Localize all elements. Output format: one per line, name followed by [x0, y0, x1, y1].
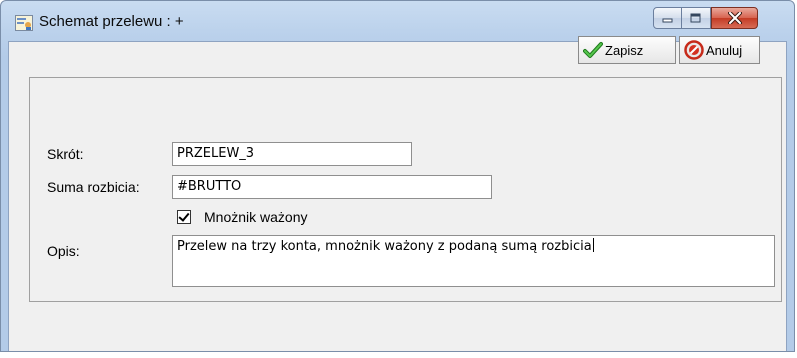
minimize-button[interactable]	[653, 7, 682, 29]
close-icon	[727, 12, 742, 24]
skrot-input[interactable]: PRZELEW_3	[172, 142, 412, 166]
maximize-button[interactable]	[682, 7, 711, 29]
title-bar[interactable]: Schemat przelewu : +	[1, 1, 794, 41]
opis-textarea[interactable]: Przelew na trzy konta, mnożnik ważony z …	[172, 235, 775, 287]
window-title: Schemat przelewu : +	[39, 13, 184, 30]
text-caret	[592, 238, 594, 252]
save-button[interactable]: Zapisz	[578, 36, 676, 64]
cancel-button[interactable]: Anuluj	[679, 36, 760, 64]
form-app-icon	[15, 15, 33, 31]
form-panel: Skrót: PRZELEW_3 Suma rozbicia: #BRUTTO …	[29, 77, 782, 302]
suma-rozbicia-label: Suma rozbicia:	[47, 179, 140, 195]
opis-text: Przelew na trzy konta, mnożnik ważony z …	[177, 239, 592, 254]
suma-rozbicia-input[interactable]: #BRUTTO	[172, 175, 492, 199]
close-button[interactable]	[711, 7, 758, 29]
skrot-label: Skrót:	[47, 146, 84, 162]
green-check-icon	[583, 42, 603, 58]
cancel-button-label: Anuluj	[706, 42, 743, 58]
mnoznik-wazony-label: Mnożnik ważony	[204, 209, 308, 225]
minimize-icon	[662, 18, 672, 23]
red-cancel-icon	[684, 40, 704, 60]
maximize-icon	[690, 13, 701, 22]
save-button-label: Zapisz	[605, 42, 644, 58]
opis-label: Opis:	[47, 243, 80, 259]
mnoznik-wazony-checkbox[interactable]	[177, 210, 191, 224]
